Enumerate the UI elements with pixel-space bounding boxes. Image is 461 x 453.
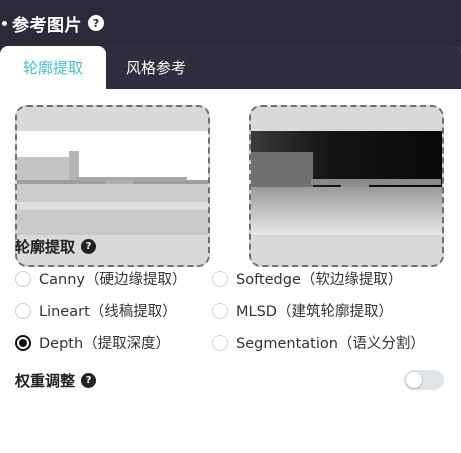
tab-style-reference[interactable]: 风格参考 xyxy=(106,46,206,89)
weight-title-label: 权重调整 xyxy=(15,372,76,390)
help-icon[interactable]: ? xyxy=(81,373,97,388)
option-label: Segmentation（语义分割） xyxy=(236,336,425,352)
radio-circle-icon xyxy=(15,302,31,319)
radio-circle-icon xyxy=(212,334,228,351)
radio-mlsd[interactable]: MLSD（建筑轮廓提取） xyxy=(212,300,393,321)
depth-preview xyxy=(249,105,444,267)
radio-canny[interactable]: Canny（硬边缘提取） xyxy=(15,268,186,289)
tab-bar: 轮廓提取 风格参考 xyxy=(0,46,461,89)
radio-circle-icon xyxy=(212,302,228,319)
help-icon[interactable]: ? xyxy=(81,239,97,254)
option-label: Depth（提取深度） xyxy=(39,336,171,352)
option-label: MLSD（建筑轮廓提取） xyxy=(236,304,393,320)
section-header: 参考图片 ? xyxy=(0,0,461,46)
radio-checked-icon xyxy=(15,334,31,351)
bullet-dot xyxy=(2,20,7,26)
depth-map-image xyxy=(251,107,442,265)
radio-segmentation[interactable]: Segmentation（语义分割） xyxy=(212,332,425,353)
tab-contour-extract[interactable]: 轮廓提取 xyxy=(0,46,106,89)
weight-section-title: 权重调整 ? xyxy=(15,370,97,391)
reference-image-title: 参考图片 xyxy=(12,15,82,36)
radio-softedge[interactable]: Softedge（软边缘提取） xyxy=(212,268,402,289)
option-label: Lineart（线稿提取） xyxy=(39,304,177,320)
radio-depth[interactable]: Depth（提取深度） xyxy=(15,332,170,353)
help-icon[interactable]: ? xyxy=(88,15,104,31)
weight-toggle[interactable] xyxy=(404,370,444,390)
radio-circle-icon xyxy=(15,270,31,287)
option-label: Canny（硬边缘提取） xyxy=(39,272,187,288)
contour-title-label: 轮廓提取 xyxy=(15,238,76,256)
toggle-knob xyxy=(406,372,422,388)
option-label: Softedge（软边缘提取） xyxy=(236,272,403,288)
radio-lineart[interactable]: Lineart（线稿提取） xyxy=(15,300,177,321)
contour-section-title: 轮廓提取 ? xyxy=(15,236,97,257)
radio-circle-icon xyxy=(212,270,228,287)
